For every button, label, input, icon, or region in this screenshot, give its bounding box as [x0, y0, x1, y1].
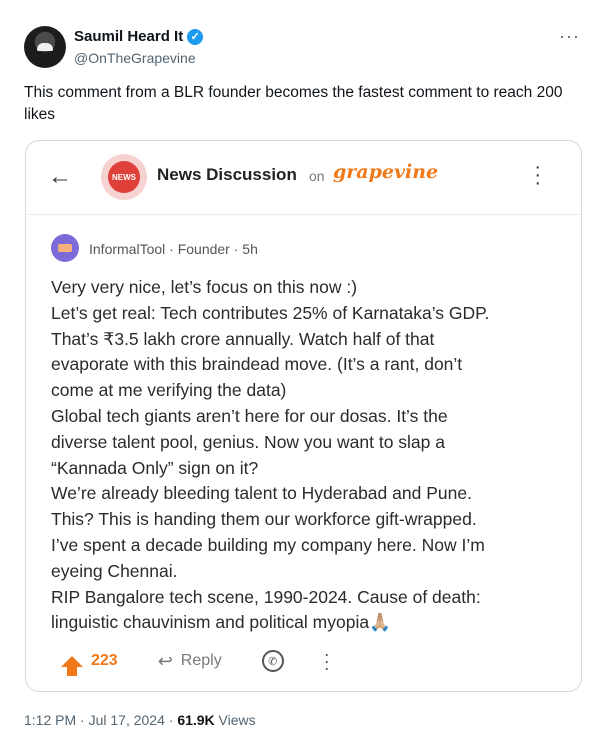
comment-line: “Kannada Only” sign on it? [51, 457, 259, 478]
more-vertical-icon: · · · [323, 643, 330, 678]
views-count: 61.9K [177, 712, 215, 728]
comment-line: RIP Bangalore tech scene, 1990-2024. Cau… [51, 586, 481, 607]
card-title: News Discussion [157, 165, 297, 184]
comment-line: We’re already bleeding talent to Hyderab… [51, 483, 472, 504]
news-logo-text: NEWS [108, 161, 140, 193]
comment-author-meta: InformalTool · Founder · 5h [89, 241, 258, 257]
comment-line: evaporate with this braindead move. (It’… [51, 354, 463, 375]
comment-line: Very very nice, let’s focus on this now … [51, 277, 358, 297]
verified-badge-icon: ✓ [187, 28, 204, 45]
upvote-arrow-icon [61, 655, 83, 676]
comment-body: Very very nice, let’s focus on this now … [51, 275, 556, 636]
card-header: ← NEWS News Discussion on grapevine · · · [26, 141, 581, 215]
tweet-timestamp[interactable]: 1:12 PM · Jul 17, 2024 · [24, 712, 177, 728]
tweet-meta: 1:12 PM · Jul 17, 2024 · 61.9K Views [24, 712, 256, 728]
comment-line: eyeing Chennai. [51, 560, 178, 581]
comment-line: Let’s get real: Tech contributes 25% of … [51, 302, 490, 323]
news-logo-icon: NEWS [101, 154, 147, 200]
comment-line: That’s ₹3.5 lakh crore annually. Watch h… [51, 328, 435, 349]
comment-line: diverse talent pool, genius. Now you wan… [51, 431, 445, 452]
author-avatar[interactable] [24, 26, 66, 68]
tweet-header: Saumil Heard It ✓ @OnTheGrapevine ··· [24, 26, 584, 70]
reply-label: Reply [180, 652, 222, 669]
comment-actions: 223 ↩ Reply ✆ · · · [61, 643, 541, 678]
upvote-count: 223 [91, 652, 118, 669]
embedded-image-card[interactable]: ← NEWS News Discussion on grapevine · · · … [25, 140, 582, 692]
author-name[interactable]: Saumil Heard It [74, 28, 183, 45]
tweet-text: This comment from a BLR founder becomes … [24, 84, 563, 123]
grapevine-brand: grapevine [333, 161, 439, 183]
reply-button: ↩ Reply [158, 651, 222, 672]
more-vertical-icon: · · · [534, 156, 541, 194]
whatsapp-icon: ✆ [261, 650, 284, 672]
author-handle[interactable]: @OnTheGrapevine [74, 50, 196, 66]
tweet: Saumil Heard It ✓ @OnTheGrapevine ··· Th… [0, 0, 600, 746]
more-horizontal-icon[interactable]: ··· [559, 26, 580, 47]
author-name-row[interactable]: Saumil Heard It ✓ [74, 28, 204, 45]
comment-line: This? This is handing them our workforce… [51, 509, 477, 530]
upvote-button: 223 [61, 652, 118, 676]
on-label: on [309, 168, 325, 184]
comment-line: I’ve spent a decade building my company … [51, 534, 485, 555]
comment-author-avatar [51, 234, 79, 262]
comment-line: linguistic chauvinism and political myop… [51, 612, 391, 633]
comment-line: come at me verifying the data) [51, 380, 287, 401]
back-arrow-icon: ← [48, 163, 72, 190]
comment-line: Global tech giants aren’t here for our d… [51, 405, 448, 426]
views-label: Views [214, 712, 256, 728]
reply-arrow-icon: ↩ [157, 650, 173, 671]
